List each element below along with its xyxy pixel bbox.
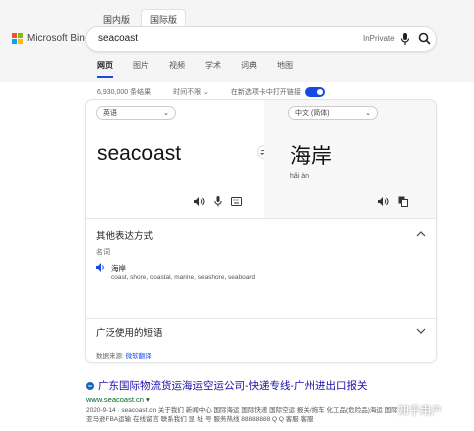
tab-web[interactable]: 网页 xyxy=(97,60,113,78)
tab-images[interactable]: 图片 xyxy=(133,60,149,78)
source-language-label: 英语 xyxy=(103,110,117,117)
bing-logo[interactable]: Microsoft Bing xyxy=(12,33,90,44)
pinyin-text: hǎi àn xyxy=(290,173,310,180)
part-of-speech-label: 名词 xyxy=(96,249,110,256)
source-text[interactable]: seacoast xyxy=(97,142,181,166)
source-pane: 英语 ⌄ seacoast xyxy=(86,100,264,218)
alt-synonyms: coast, shore, coastal, marine, seashore,… xyxy=(111,274,256,281)
logo-text: Microsoft Bing xyxy=(27,33,91,44)
target-language-label: 中文 (简体) xyxy=(295,110,330,117)
speaker-icon[interactable] xyxy=(194,197,205,206)
logo-square xyxy=(12,39,17,44)
inprivate-label: InPrivate xyxy=(363,34,395,43)
result-title-link[interactable]: 广东国际物流货运海运空运公司-快递专线-广州进出口报关 xyxy=(98,378,368,393)
chevron-down-icon: ⌄ xyxy=(365,110,371,117)
target-pane: 中文 (简体) ⌄ 海岸 hǎi àn xyxy=(264,100,436,218)
common-phrases-title[interactable]: 广泛使用的短语 xyxy=(96,325,163,339)
chevron-down-icon: ⌄ xyxy=(163,110,169,117)
chevron-down-icon[interactable] xyxy=(416,326,426,336)
result-url-text: www.seacoast.cn xyxy=(86,395,144,404)
open-new-tab-label: 在新选项卡中打开链接 xyxy=(230,89,301,96)
top-bar: 国内版 国际版 Microsoft Bing seacoast InPrivat… xyxy=(0,0,474,82)
tab-academic[interactable]: 学术 xyxy=(205,60,221,78)
results-meta: 6,930,000 条结果 时间不限 ⌄ 在新选项卡中打开链接 xyxy=(97,87,325,98)
logo-square xyxy=(18,39,23,44)
time-filter-dropdown[interactable]: 时间不限 ⌄ xyxy=(173,87,209,97)
search-result: 广东国际物流货运海运空运公司-快递专线-广州进出口报关 www.seacoast… xyxy=(86,378,446,424)
tab-maps[interactable]: 地图 xyxy=(277,60,293,78)
microphone-icon[interactable] xyxy=(400,32,410,46)
open-new-tab-setting: 在新选项卡中打开链接 xyxy=(230,87,325,98)
open-new-tab-toggle[interactable] xyxy=(304,87,325,98)
speaker-icon[interactable] xyxy=(96,263,106,272)
translator-card: 英语 ⌄ seacoast 中文 (简体) ⌄ 海岸 hǎi àn 其他表达方式… xyxy=(86,100,436,362)
microphone-icon[interactable] xyxy=(214,196,222,207)
data-source-link[interactable]: 微软翻译 xyxy=(126,353,152,360)
watermark-text: 知乎用户 xyxy=(398,405,442,417)
result-url[interactable]: www.seacoast.cn ▾ xyxy=(86,395,446,404)
target-actions xyxy=(378,196,408,207)
chevron-up-icon[interactable] xyxy=(416,229,426,239)
target-language-select[interactable]: 中文 (简体) ⌄ xyxy=(288,106,378,120)
microsoft-logo-icon xyxy=(12,33,23,44)
search-input[interactable]: seacoast xyxy=(98,33,138,44)
translated-text: 海岸 xyxy=(290,145,332,168)
result-snippet-line: 2020-9-14 · seacoast.cn 关于我们 新闻中心 国际海运 国… xyxy=(86,407,398,414)
chevron-down-icon: ▾ xyxy=(146,395,150,404)
source-language-select[interactable]: 英语 ⌄ xyxy=(96,106,176,120)
other-expressions-title[interactable]: 其他表达方式 xyxy=(96,228,153,242)
logo-square xyxy=(12,33,17,38)
source-actions xyxy=(194,196,242,207)
data-source-note: 数据来源: 微软翻译 xyxy=(96,350,152,360)
copy-icon[interactable] xyxy=(398,196,408,207)
speaker-icon[interactable] xyxy=(378,197,389,206)
result-snippet-line: 亚马逊FBA运输 在线留言 联系我们 显 址 号 服务热线 88888888 Q… xyxy=(86,416,314,423)
site-favicon-icon xyxy=(86,381,94,390)
result-title-row: 广东国际物流货运海运空运公司-快递专线-广州进出口报关 xyxy=(86,378,446,393)
tab-videos[interactable]: 视频 xyxy=(169,60,185,78)
chevron-down-icon: ⌄ xyxy=(203,89,209,97)
search-box[interactable]: seacoast InPrivate xyxy=(86,27,436,51)
data-source-label: 数据来源: xyxy=(96,353,124,360)
result-snippet: 2020-9-14 · seacoast.cn 关于我们 新闻中心 国际海运 国… xyxy=(86,406,446,424)
search-icon[interactable] xyxy=(418,32,431,45)
keyboard-icon[interactable] xyxy=(231,197,242,206)
time-filter-label: 时间不限 xyxy=(173,89,202,97)
tab-dictionary[interactable]: 词典 xyxy=(241,60,257,78)
logo-square xyxy=(18,33,23,38)
results-count: 6,930,000 条结果 xyxy=(97,89,152,97)
nav-tabs: 网页 图片 视频 学术 词典 地图 xyxy=(97,60,293,78)
other-expressions-section: 其他表达方式 xyxy=(86,218,436,324)
